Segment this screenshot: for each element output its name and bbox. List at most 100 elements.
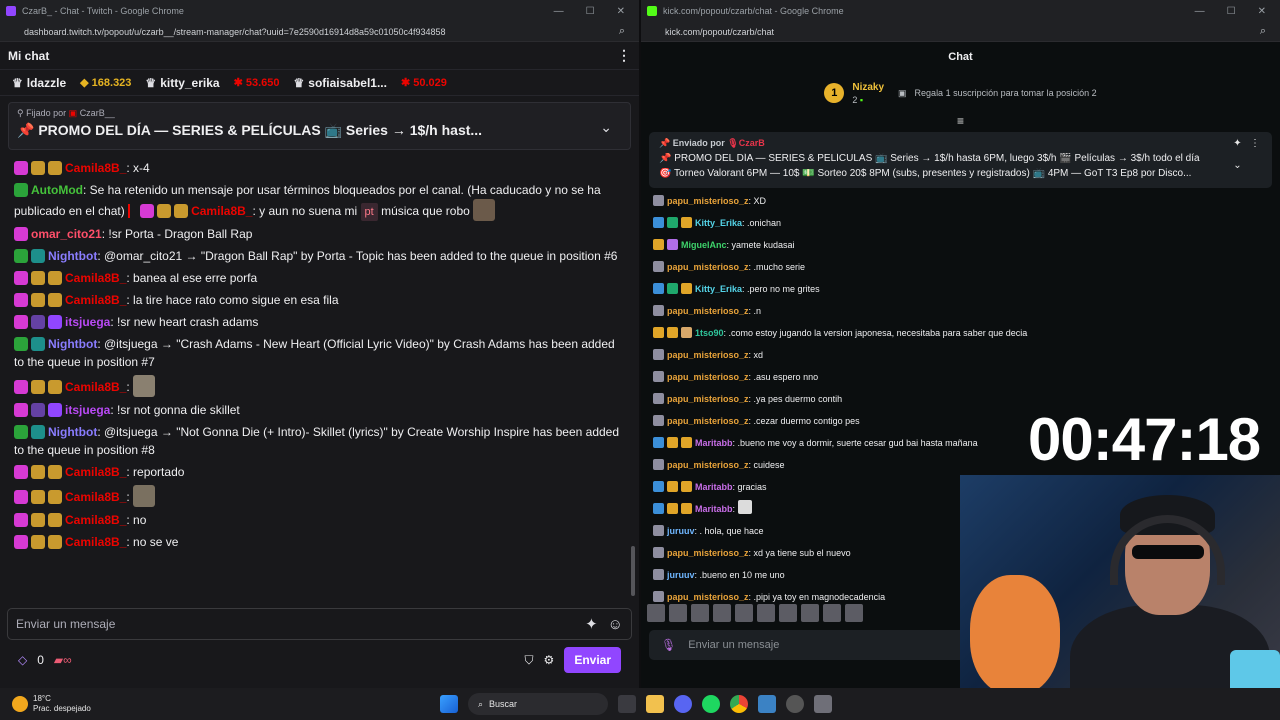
spotify-icon[interactable] <box>702 695 720 713</box>
chat-username[interactable]: Maritabb <box>695 482 733 492</box>
chat-username[interactable]: juruuv <box>667 526 695 536</box>
chat-username[interactable]: papu_misterioso_z <box>667 416 749 426</box>
sub-badge-icon <box>14 227 28 241</box>
chat-username[interactable]: Camila8B_ <box>65 380 126 394</box>
unpin-icon: ✦ <box>1233 138 1242 149</box>
emote-icon[interactable] <box>845 604 863 622</box>
gift-user[interactable]: Nizaky <box>852 82 884 93</box>
more-options-icon[interactable]: ⋮ <box>617 47 631 64</box>
pinned-message[interactable]: ⚲ Fijado por ▣ CzarB__ 📌 PROMO DEL DÍA —… <box>8 102 631 150</box>
close-icon[interactable]: ✕ <box>1258 6 1266 17</box>
chat-text: : @omar_cito21 → "Dragon Ball Rap" by Po… <box>97 249 618 263</box>
taskbar-search[interactable]: ⌕ Buscar <box>468 693 608 715</box>
channel-points-icon[interactable]: ◇ <box>18 653 27 667</box>
obs-icon[interactable] <box>786 695 804 713</box>
calculator-icon[interactable] <box>814 695 832 713</box>
chat-username[interactable]: 1tso90 <box>695 328 724 338</box>
task-view-icon[interactable] <box>618 695 636 713</box>
window-title: kick.com/popout/czarb/chat - Google Chro… <box>663 6 844 16</box>
emote-icon[interactable] <box>779 604 797 622</box>
chat-username[interactable]: Camila8B_ <box>65 535 126 549</box>
chat-username[interactable]: papu_misterioso_z <box>667 548 749 558</box>
chat-username[interactable]: papu_misterioso_z <box>667 460 749 470</box>
chat-username[interactable]: omar_cito21 <box>31 227 102 241</box>
chat-username[interactable]: papu_misterioso_z <box>667 306 749 316</box>
chat-username[interactable]: papu_misterioso_z <box>667 372 749 382</box>
chat-input[interactable]: Enviar un mensaje ✦ ☺ <box>7 608 632 640</box>
chat-username[interactable]: Camila8B_ <box>65 513 126 527</box>
minimize-icon[interactable]: — <box>554 6 564 17</box>
address-bar[interactable]: dashboard.twitch.tv/popout/u/czarb__/str… <box>0 22 639 42</box>
chat-input-placeholder[interactable]: Enviar un mensaje <box>16 617 575 631</box>
chat-username[interactable]: Kitty_Erika <box>695 218 742 228</box>
settings-gear-icon[interactable]: ⚙ <box>544 653 555 667</box>
chat-input-placeholder[interactable]: Enviar un mensaje <box>688 639 779 651</box>
hype-icon[interactable]: ▰∞ <box>54 653 72 667</box>
chat-username[interactable]: Camila8B_ <box>191 204 252 218</box>
chat-username[interactable]: juruuv <box>667 570 695 580</box>
chat-username[interactable]: Camila8B_ <box>65 490 126 504</box>
chat-username[interactable]: Maritabb <box>695 504 733 514</box>
close-icon[interactable]: ✕ <box>617 6 625 17</box>
mic-icon[interactable]: 🎙 <box>661 638 676 652</box>
discord-icon[interactable] <box>674 695 692 713</box>
chat-username[interactable]: itsjuega <box>65 403 110 417</box>
gift-cta[interactable]: Regala 1 suscripción para tomar la posic… <box>915 88 1097 98</box>
scrollbar[interactable] <box>631 546 635 596</box>
chat-username[interactable]: Kitty_Erika <box>695 284 742 294</box>
chat-username[interactable]: papu_misterioso_z <box>667 394 749 404</box>
chat-username[interactable]: Camila8B_ <box>65 271 126 285</box>
zoom-icon[interactable]: ⌕ <box>1260 25 1266 38</box>
send-button[interactable]: Enviar <box>564 647 621 673</box>
chat-username[interactable]: papu_misterioso_z <box>667 262 749 272</box>
chat-username[interactable]: Maritabb <box>695 438 733 448</box>
zoom-icon[interactable]: ⌕ <box>619 25 625 38</box>
bits-badge-icon <box>48 271 62 285</box>
gift-badge-icon <box>31 271 45 285</box>
emoji-icon[interactable]: ☺ <box>608 616 623 633</box>
chat-username[interactable]: Camila8B_ <box>65 293 126 307</box>
chrome-icon[interactable] <box>730 695 748 713</box>
party-icon[interactable]: ✦ <box>585 615 598 633</box>
maximize-icon[interactable]: ☐ <box>1227 6 1236 17</box>
weather-widget[interactable]: 18°C Prac. despejado <box>0 694 440 714</box>
url-text[interactable]: dashboard.twitch.tv/popout/u/czarb__/str… <box>24 27 619 37</box>
chat-username[interactable]: Nightbot <box>48 249 97 263</box>
bits-badge-icon <box>174 204 189 218</box>
chat-username[interactable]: Nightbot <box>48 337 97 351</box>
pinned-message[interactable]: 📌 Enviado por 🎙CzarB 📌 PROMO DEL DÍA — S… <box>649 132 1272 188</box>
windows-start-icon[interactable] <box>440 695 458 713</box>
vip-badge-icon <box>681 481 692 492</box>
pin-actions[interactable]: ✦ ⋮ ⌄ <box>1233 138 1260 171</box>
emote-icon[interactable] <box>647 604 665 622</box>
emote-icon[interactable] <box>735 604 753 622</box>
chat-username[interactable]: Camila8B_ <box>65 161 126 175</box>
emote-icon[interactable] <box>757 604 775 622</box>
chat-username[interactable]: papu_misterioso_z <box>667 350 749 360</box>
emote-icon[interactable] <box>713 604 731 622</box>
chat-username[interactable]: AutoMod <box>31 183 83 197</box>
pinned-by: 📌 Enviado por 🎙CzarB <box>659 138 765 148</box>
emote-icon[interactable] <box>691 604 709 622</box>
url-text[interactable]: kick.com/popout/czarb/chat <box>665 27 1260 37</box>
moderator-badge-icon <box>14 425 28 439</box>
emote-icon[interactable] <box>823 604 841 622</box>
chat-username[interactable]: MiguelAnc <box>681 240 727 250</box>
chat-username[interactable]: papu_misterioso_z <box>667 592 749 602</box>
file-explorer-icon[interactable] <box>646 695 664 713</box>
chat-username[interactable]: Nightbot <box>48 425 97 439</box>
chat-username[interactable]: papu_misterioso_z <box>667 196 749 206</box>
minimize-icon[interactable]: — <box>1195 6 1205 17</box>
emote-icon[interactable] <box>801 604 819 622</box>
address-bar[interactable]: kick.com/popout/czarb/chat ⌕ <box>641 22 1280 42</box>
shield-icon[interactable]: ⛉ <box>525 653 534 668</box>
emote-icon[interactable] <box>669 604 687 622</box>
chat-message: omar_cito21: !sr Porta - Dragon Ball Rap <box>14 225 625 243</box>
chat-username[interactable]: Camila8B_ <box>65 465 126 479</box>
filter-icon[interactable]: ≡ <box>641 114 1280 128</box>
notepad-icon[interactable] <box>758 695 776 713</box>
chat-username[interactable]: itsjuega <box>65 315 110 329</box>
chevron-down-icon[interactable]: ⌄ <box>600 119 612 136</box>
sub-badge-icon <box>14 535 28 549</box>
maximize-icon[interactable]: ☐ <box>586 6 595 17</box>
